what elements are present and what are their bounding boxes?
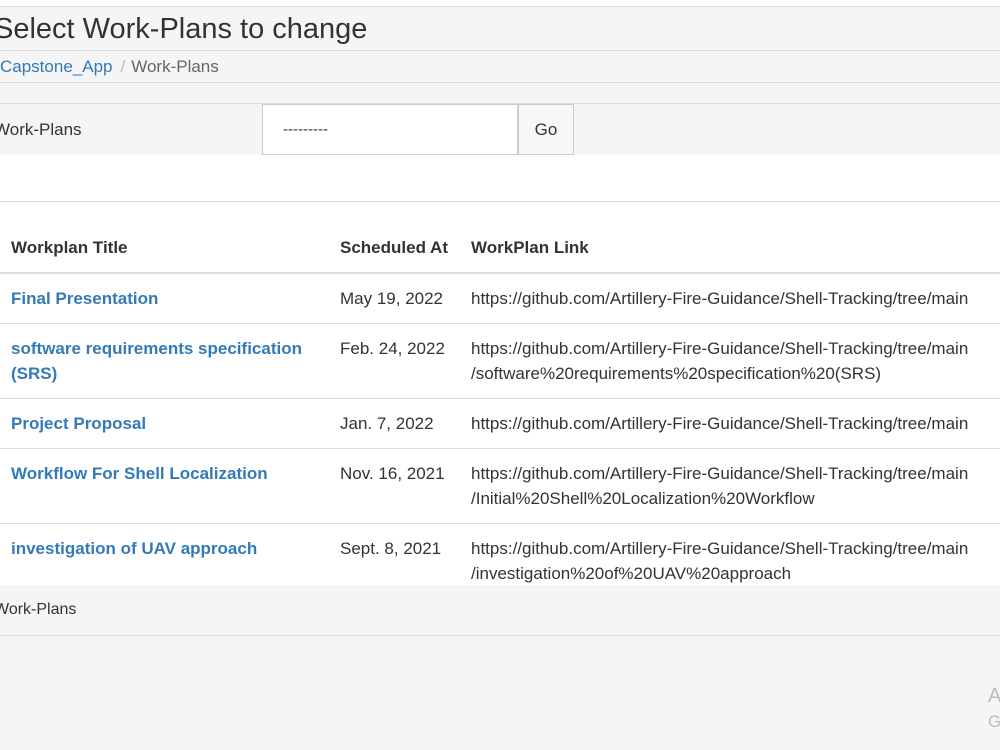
- page-title: Select Work-Plans to change: [0, 13, 368, 45]
- table-header-row: Workplan Title Scheduled At WorkPlan Lin…: [0, 201, 1000, 273]
- go-button[interactable]: Go: [518, 104, 574, 155]
- workplan-link-line1: https://github.com/Artillery-Fire-Guidan…: [471, 463, 969, 483]
- workplan-link-line2: /Initial%20Shell%20Localization%20Workfl…: [471, 488, 815, 508]
- workplan-title-link[interactable]: investigation of UAV approach: [11, 536, 336, 561]
- workplan-link-cell: https://github.com/Artillery-Fire-Guidan…: [471, 398, 1000, 448]
- workplan-link-line2: /software%20requirements%20specification…: [471, 363, 882, 383]
- table-row: Project Proposal Jan. 7, 2022 https://gi…: [0, 398, 1000, 448]
- workplan-link-line1: https://github.com/Artillery-Fire-Guidan…: [471, 413, 969, 433]
- table-row: Workflow For Shell Localization Nov. 16,…: [0, 448, 1000, 523]
- result-count-footer: Work-Plans: [0, 585, 1000, 636]
- top-strip: [0, 0, 1000, 7]
- scheduled-date: Feb. 24, 2022: [340, 338, 445, 358]
- workplan-link-cell: https://github.com/Artillery-Fire-Guidan…: [471, 323, 1000, 398]
- breadcrumb-separator: /: [120, 57, 126, 76]
- scheduled-date: Jan. 7, 2022: [340, 413, 434, 433]
- workplan-title-link[interactable]: Final Presentation: [11, 286, 336, 311]
- activation-watermark: A G: [988, 683, 1000, 735]
- page-header: Select Work-Plans to change: [0, 7, 1000, 51]
- workplan-link-line1: https://github.com/Artillery-Fire-Guidan…: [471, 288, 969, 308]
- scheduled-date: Nov. 16, 2021: [340, 463, 445, 483]
- workplan-title-link[interactable]: Workflow For Shell Localization: [11, 461, 336, 486]
- breadcrumb-current: Work-Plans: [131, 57, 219, 76]
- result-count-text: Work-Plans: [0, 601, 77, 618]
- column-header-link[interactable]: WorkPlan Link: [471, 202, 1000, 273]
- action-label: Work-Plans: [0, 120, 82, 139]
- workplan-link-cell: https://github.com/Artillery-Fire-Guidan…: [471, 273, 1000, 324]
- results-area: Workplan Title Scheduled At WorkPlan Lin…: [0, 155, 1000, 636]
- watermark-line2: G: [988, 712, 1000, 731]
- workplan-link-line1: https://github.com/Artillery-Fire-Guidan…: [471, 338, 969, 358]
- breadcrumb-app-link[interactable]: Capstone_App: [0, 57, 112, 76]
- workplan-link-line1: https://github.com/Artillery-Fire-Guidan…: [471, 538, 969, 558]
- column-header-title[interactable]: Workplan Title: [0, 202, 340, 273]
- workplan-link-line2: /investigation%20of%20UAV%20approach: [471, 563, 792, 583]
- watermark-line1: A: [988, 685, 1000, 707]
- scheduled-date: May 19, 2022: [340, 288, 444, 308]
- action-select[interactable]: ---------: [262, 104, 518, 155]
- breadcrumb: Capstone_App / Work-Plans: [0, 51, 1000, 83]
- action-bar: Work-Plans --------- Go: [0, 103, 1000, 156]
- workplan-title-link[interactable]: software requirements specification (SRS…: [11, 336, 336, 386]
- table-row: Final Presentation May 19, 2022 https://…: [0, 273, 1000, 324]
- results-table: Workplan Title Scheduled At WorkPlan Lin…: [0, 201, 1000, 599]
- table-row: software requirements specification (SRS…: [0, 323, 1000, 398]
- workplan-title-link[interactable]: Project Proposal: [11, 411, 336, 436]
- column-header-scheduled[interactable]: Scheduled At: [340, 202, 471, 273]
- workplan-link-cell: https://github.com/Artillery-Fire-Guidan…: [471, 448, 1000, 523]
